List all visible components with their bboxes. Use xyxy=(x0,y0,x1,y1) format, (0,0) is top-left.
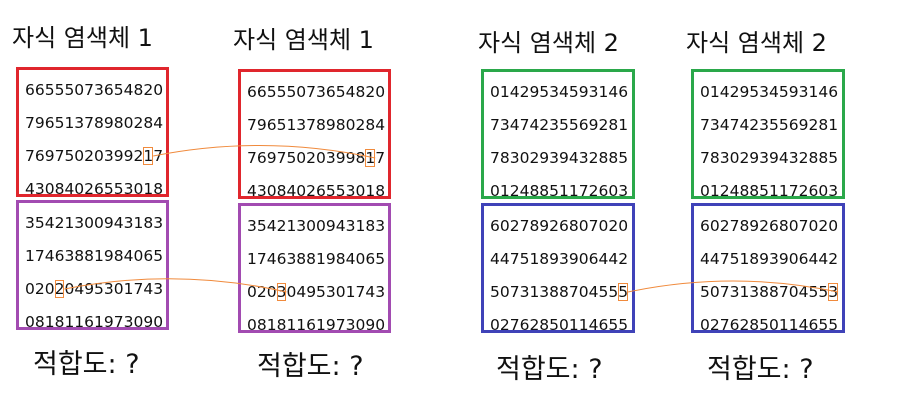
mutated-gene-digit: 1 xyxy=(143,147,154,165)
chromosome-2-mutated-top-block: 01429534593146 73474235569281 783029394328… xyxy=(691,69,845,200)
mutated-gene-digit: 1 xyxy=(365,149,376,167)
gene-row: 44751893906442 xyxy=(490,250,629,268)
gene-row: 02762850114655 xyxy=(700,316,839,334)
chromosome-2-mutated-fitness: 적합도: ? xyxy=(707,354,814,385)
gene-row: 78302939432885 xyxy=(700,149,839,167)
mutated-gene-digit: 3 xyxy=(276,283,287,301)
chromosome-2-mutated-bottom-block: 60278926807020 44751893906442 507313887045… xyxy=(691,203,845,334)
chromosome-2-fitness: 적합도: ? xyxy=(496,354,603,385)
chromosome-1-mutated-fitness: 적합도: ? xyxy=(257,351,364,382)
gene-row: 50731388704553 xyxy=(700,283,839,301)
gene-row: 76975020399817 xyxy=(247,149,386,167)
gene-row: 02030495301743 xyxy=(247,283,386,301)
gene-row: 73474235569281 xyxy=(490,116,629,134)
chromosome-2-mutated-title: 자식 염색체 2 xyxy=(686,29,827,57)
chromosome-2-top-block: 01429534593146 73474235569281 783029394328… xyxy=(481,69,635,200)
gene-row: 35421300943183 xyxy=(247,217,386,235)
gene-row: 02762850114655 xyxy=(490,316,629,334)
gene-row: 79651378980284 xyxy=(25,114,164,132)
gene-row: 66555073654820 xyxy=(247,83,386,101)
chromosome-1-mutated-bottom-block: 35421300943183 17463881984065 020304953017… xyxy=(238,203,391,334)
gene-row: 79651378980284 xyxy=(247,116,386,134)
gene-row: 17463881984065 xyxy=(247,250,386,268)
gene-row: 50731388704555 xyxy=(490,283,629,301)
gene-row: 73474235569281 xyxy=(700,116,839,134)
mutated-gene-digit: 2 xyxy=(54,280,65,298)
gene-row: 76975020399217 xyxy=(25,147,164,165)
gene-row: 35421300943183 xyxy=(25,214,164,232)
chromosome-1-mutated-title: 자식 염색체 1 xyxy=(233,26,374,54)
mutated-gene-digit: 3 xyxy=(828,283,839,301)
chromosome-1-bottom-block: 35421300943183 17463881984065 020204953017… xyxy=(16,200,169,331)
gene-row: 60278926807020 xyxy=(490,217,629,235)
gene-row: 08181161973090 xyxy=(247,316,386,334)
chromosome-2-bottom-block: 60278926807020 44751893906442 507313887045… xyxy=(481,203,635,334)
gene-row: 78302939432885 xyxy=(490,149,629,167)
chromosome-1-mutated-top-block: 66555073654820 79651378980284 769750203998… xyxy=(238,69,391,200)
gene-row: 01429534593146 xyxy=(490,83,629,101)
chromosome-2-title: 자식 염색체 2 xyxy=(478,29,619,57)
gene-row: 08181161973090 xyxy=(25,313,164,331)
gene-row: 02020495301743 xyxy=(25,280,164,298)
chromosome-1-fitness: 적합도: ? xyxy=(33,349,140,380)
mutated-gene-digit: 5 xyxy=(618,283,629,301)
gene-row: 17463881984065 xyxy=(25,247,164,265)
gene-row: 44751893906442 xyxy=(700,250,839,268)
gene-row: 60278926807020 xyxy=(700,217,839,235)
gene-row: 66555073654820 xyxy=(25,81,164,99)
chromosome-1-top-block: 66555073654820 79651378980284 769750203992… xyxy=(16,67,169,198)
gene-row: 01429534593146 xyxy=(700,83,839,101)
chromosome-1-title: 자식 염색체 1 xyxy=(12,24,153,52)
